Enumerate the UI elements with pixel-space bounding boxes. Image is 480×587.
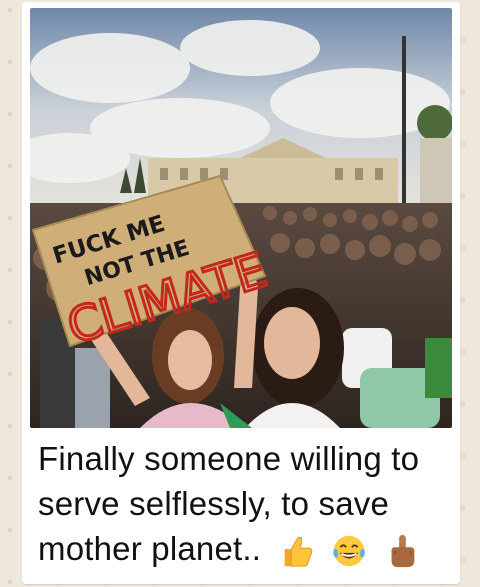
message-bubble[interactable]: FUCK ME NOT THE CLIMATE Finally someone … — [22, 2, 460, 584]
middle-finger-icon — [391, 535, 415, 568]
protest-photo[interactable]: FUCK ME NOT THE CLIMATE — [30, 8, 452, 428]
thumbs-up-icon — [284, 537, 312, 567]
tears-of-joy-icon — [333, 536, 365, 567]
protest-photo-scene: FUCK ME NOT THE CLIMATE — [30, 8, 452, 428]
lamp-post — [402, 36, 406, 206]
message-caption: Finally someone willing to serve selfles… — [38, 436, 448, 571]
